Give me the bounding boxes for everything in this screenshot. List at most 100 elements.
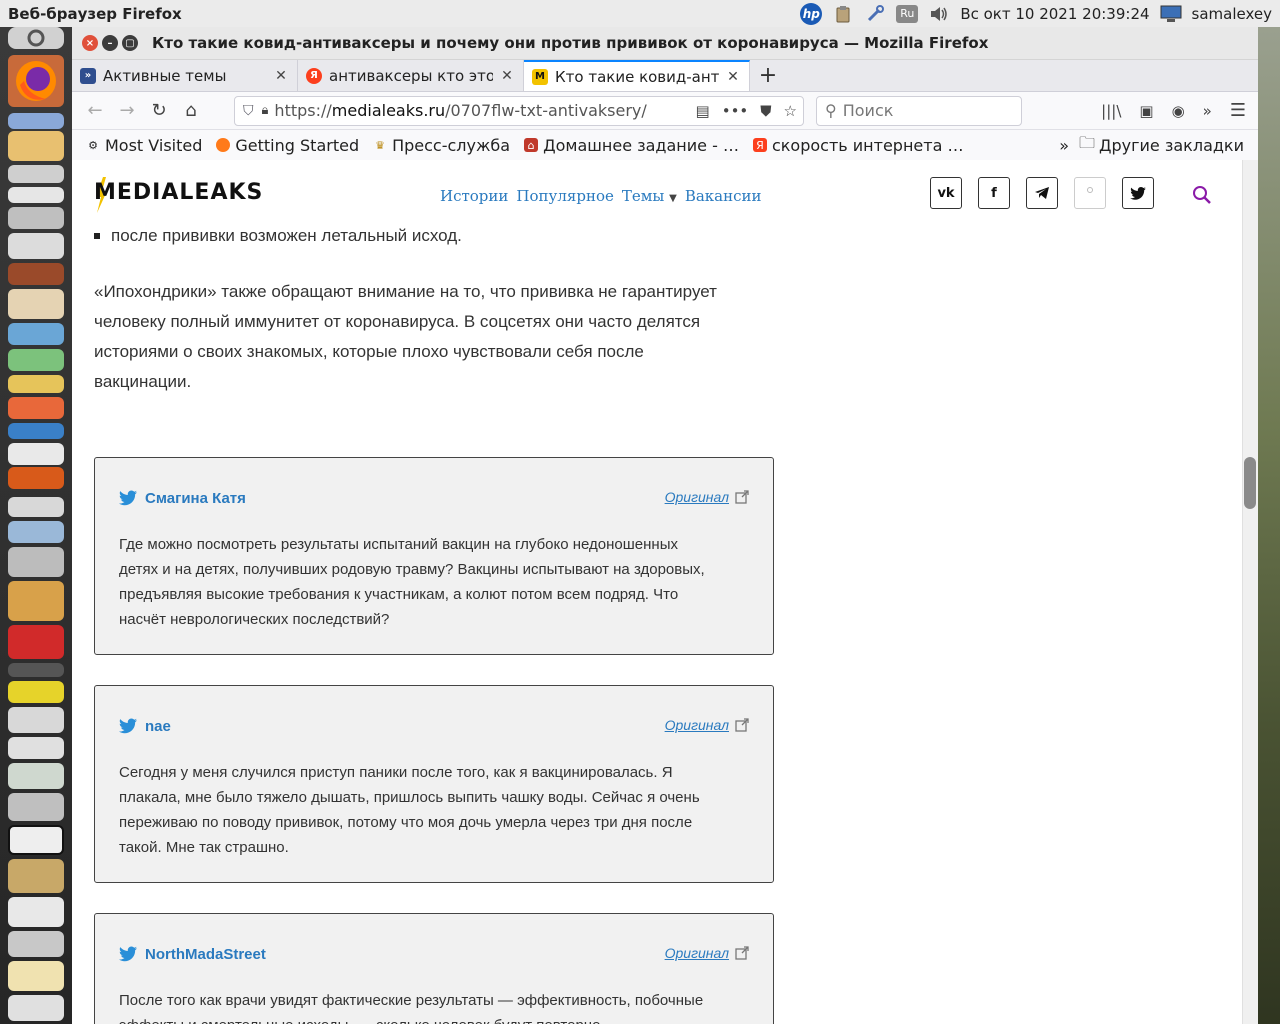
close-tab-icon[interactable]: ✕ <box>273 68 289 84</box>
new-tab-button[interactable]: + <box>750 60 786 91</box>
launcher-app-icon[interactable] <box>8 323 64 345</box>
launcher-app-icon[interactable] <box>8 375 64 393</box>
launcher-app-icon[interactable] <box>8 995 64 1021</box>
hp-icon[interactable]: hp <box>800 2 823 25</box>
hamburger-menu-icon[interactable]: ☰ <box>1230 100 1246 121</box>
site-search-icon[interactable] <box>1192 185 1212 205</box>
facebook-icon[interactable]: f <box>978 177 1010 209</box>
bookmark-most-visited[interactable]: ⚙ Most Visited <box>86 136 202 155</box>
vk-icon[interactable]: vk <box>930 177 962 209</box>
launcher-app-icon[interactable] <box>8 581 64 621</box>
software-center-icon[interactable] <box>8 397 64 419</box>
launcher-app-icon[interactable] <box>8 467 64 489</box>
tab-yandex-search[interactable]: Я антиваксеры кто это ✕ <box>298 60 524 91</box>
nav-jobs-link[interactable]: Вакансии <box>685 187 762 205</box>
user-menu[interactable]: samalexey <box>1192 5 1272 23</box>
tweet-author-link[interactable]: Смагина Катя <box>145 490 246 507</box>
telegram-icon[interactable] <box>1026 177 1058 209</box>
pocket-icon[interactable]: ⛊ <box>760 102 771 120</box>
scrollbar-thumb[interactable] <box>1244 457 1256 509</box>
tweet-line: плакала, мне было тяжело дышать, пришлос… <box>119 789 700 806</box>
keyboard-layout-indicator[interactable]: Ru <box>896 4 919 23</box>
page-scrollbar[interactable] <box>1242 160 1258 1024</box>
library-icon[interactable]: |||\ <box>1101 102 1121 120</box>
launcher-app-icon[interactable] <box>8 289 64 319</box>
dash-home-icon[interactable] <box>8 27 64 49</box>
url-bar[interactable]: ⛉ 🔒︎ https://medialeaks.ru/0707flw-txt-a… <box>234 95 804 126</box>
tweet-author-link[interactable]: NorthMadaStreet <box>145 946 266 963</box>
launcher-app-icon[interactable] <box>8 165 64 183</box>
launcher-app-icon[interactable] <box>8 207 64 229</box>
bookmarks-overflow-icon[interactable]: » <box>1059 136 1069 155</box>
launcher-app-icon[interactable] <box>8 187 64 203</box>
twitter-icon[interactable] <box>1122 177 1154 209</box>
launcher-app-icon[interactable] <box>8 737 64 759</box>
search-input[interactable]: Поиск <box>843 101 894 120</box>
bookmark-getting-started[interactable]: Getting Started <box>216 136 359 155</box>
launcher-app-icon[interactable] <box>8 859 64 893</box>
bookmark-star-icon[interactable]: ☆ <box>784 102 797 120</box>
tweet-original-link[interactable]: Оригинал <box>665 945 749 961</box>
tab-medialeaks-article[interactable]: M Кто такие ковид-антиваксеры ✕ <box>524 60 750 91</box>
launcher-app-icon[interactable] <box>8 825 64 855</box>
tool-icon[interactable] <box>864 3 886 25</box>
launcher-app-icon[interactable] <box>8 961 64 991</box>
forward-icon[interactable]: → <box>112 96 142 126</box>
launcher-app-icon[interactable] <box>8 681 64 703</box>
page-actions-icon[interactable]: ••• <box>722 102 749 120</box>
computer-icon[interactable] <box>1160 3 1182 25</box>
home-icon[interactable]: ⌂ <box>176 96 206 126</box>
overflow-menu-icon[interactable]: » <box>1203 102 1212 120</box>
amazon-icon[interactable] <box>8 443 64 465</box>
minimize-window-icon[interactable]: – <box>102 35 118 51</box>
launcher-app-icon[interactable] <box>8 113 64 129</box>
launcher-app-icon[interactable] <box>8 349 64 371</box>
launcher-app-icon[interactable] <box>8 763 64 789</box>
tweet-author-link[interactable]: nae <box>145 718 171 735</box>
tweet-original-link[interactable]: Оригинал <box>665 489 749 505</box>
bookmark-internet-speed[interactable]: Я скорость интернета … <box>752 136 963 155</box>
site-logo[interactable]: MEDIALEAKS <box>94 180 263 205</box>
maximize-window-icon[interactable]: ▢ <box>122 35 138 51</box>
clock[interactable]: Вс окт 10 2021 20:39:24 <box>960 5 1149 23</box>
nav-stories-link[interactable]: Истории <box>440 187 508 205</box>
firefox-launcher-icon[interactable] <box>8 55 64 107</box>
launcher-app-icon[interactable] <box>8 263 64 285</box>
back-icon[interactable]: ← <box>80 96 110 126</box>
bookmark-label: Домашнее задание - … <box>543 135 739 155</box>
close-tab-icon[interactable]: ✕ <box>725 69 741 85</box>
close-tab-icon[interactable]: ✕ <box>499 68 515 84</box>
tab-active-topics[interactable]: » Активные темы ✕ <box>72 60 298 91</box>
account-icon[interactable]: ◉ <box>1172 102 1185 120</box>
launcher-app-icon[interactable] <box>8 707 64 733</box>
tweet-line: такой. Мне так страшно. <box>119 839 289 856</box>
launcher-app-icon[interactable] <box>8 547 64 577</box>
other-bookmarks-folder[interactable]: 🗀︎ Другие закладки <box>1079 132 1244 159</box>
volume-icon[interactable] <box>928 3 950 25</box>
launcher-app-icon[interactable] <box>8 897 64 927</box>
launcher-app-icon[interactable] <box>8 233 64 259</box>
scanner-icon[interactable] <box>8 131 64 161</box>
reload-icon[interactable]: ↻ <box>144 96 174 126</box>
launcher-app-icon[interactable] <box>8 521 64 543</box>
lock-icon[interactable]: 🔒︎ <box>262 103 269 118</box>
active-app-title: Веб-браузер Firefox <box>8 4 182 23</box>
clipboard-icon[interactable] <box>832 3 854 25</box>
nav-topics-link[interactable]: Темы ▼ <box>622 187 677 205</box>
launcher-app-icon[interactable] <box>8 625 64 659</box>
nav-popular-link[interactable]: Популярное <box>516 187 613 205</box>
bookmark-press-service[interactable]: ♛ Пресс-служба <box>373 136 510 155</box>
launcher-app-icon[interactable] <box>8 663 64 677</box>
launcher-app-icon[interactable] <box>8 793 64 821</box>
launcher-app-icon[interactable] <box>8 931 64 957</box>
search-bar[interactable]: ⚲ Поиск <box>816 95 1022 126</box>
tweet-original-link[interactable]: Оригинал <box>665 717 749 733</box>
odnoklassniki-icon[interactable] <box>1074 177 1106 209</box>
launcher-app-icon[interactable] <box>8 423 64 439</box>
close-window-icon[interactable]: × <box>82 35 98 51</box>
launcher-app-icon[interactable] <box>8 497 64 517</box>
sidebar-icon[interactable]: ▣ <box>1139 102 1153 120</box>
reader-view-icon[interactable]: ▤ <box>696 102 710 120</box>
bookmark-homework[interactable]: ⌂ Домашнее задание - … <box>524 136 739 155</box>
shield-icon[interactable]: ⛉ <box>243 103 254 119</box>
